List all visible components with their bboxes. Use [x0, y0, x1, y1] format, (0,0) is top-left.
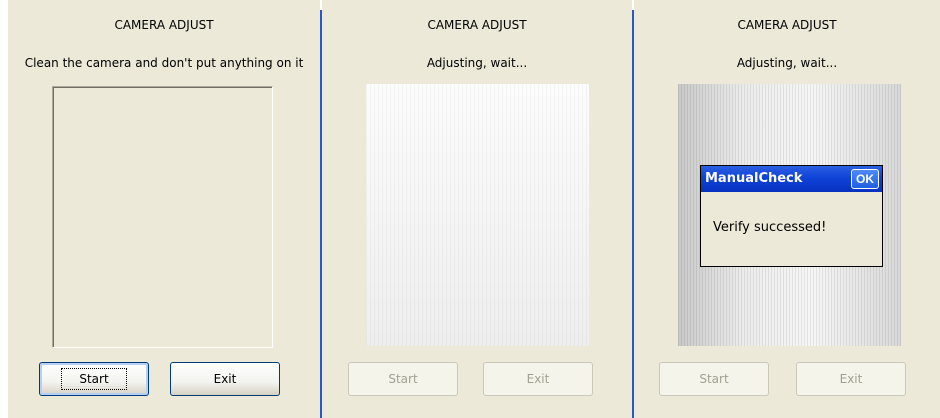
exit-button-disabled[interactable]: Exit	[796, 362, 906, 396]
screen-title: CAMERA ADJUST	[737, 18, 837, 32]
status-message: Adjusting, wait...	[736, 56, 838, 70]
start-button[interactable]: Start	[39, 362, 149, 396]
exit-button[interactable]: Exit	[170, 362, 280, 396]
exit-button-label: Exit	[213, 372, 237, 386]
instruction-message: Clean the camera and don't put anything …	[24, 56, 304, 70]
screenshot-stage: CAMERA ADJUST Clean the camera and don't…	[0, 0, 940, 418]
start-button-label: Start	[699, 372, 729, 386]
start-button-label: Start	[61, 368, 127, 390]
start-button-disabled[interactable]: Start	[348, 362, 458, 396]
start-button-label: Start	[388, 372, 418, 386]
camera-adjust-screen-adjusting: CAMERA ADJUST Adjusting, wait... Start E…	[322, 0, 632, 418]
exit-button-disabled[interactable]: Exit	[483, 362, 593, 396]
dialog-ok-button[interactable]: OK	[851, 169, 879, 189]
manual-check-dialog: ManualCheck OK Verify successed!	[700, 165, 883, 267]
camera-adjust-screen-verified: CAMERA ADJUST Adjusting, wait... ManualC…	[634, 0, 940, 418]
start-button-disabled[interactable]: Start	[659, 362, 769, 396]
status-message: Adjusting, wait...	[426, 56, 528, 70]
dialog-title: ManualCheck	[705, 171, 803, 186]
screen-title: CAMERA ADJUST	[427, 18, 527, 32]
camera-adjust-screen-initial: CAMERA ADJUST Clean the camera and don't…	[8, 0, 320, 418]
exit-button-label: Exit	[526, 372, 550, 386]
dialog-message: Verify successed!	[713, 220, 827, 235]
screen-title: CAMERA ADJUST	[114, 18, 214, 32]
dialog-titlebar: ManualCheck OK	[701, 166, 882, 192]
camera-preview-empty	[52, 86, 273, 348]
camera-preview-image	[366, 84, 589, 346]
exit-button-label: Exit	[839, 372, 863, 386]
